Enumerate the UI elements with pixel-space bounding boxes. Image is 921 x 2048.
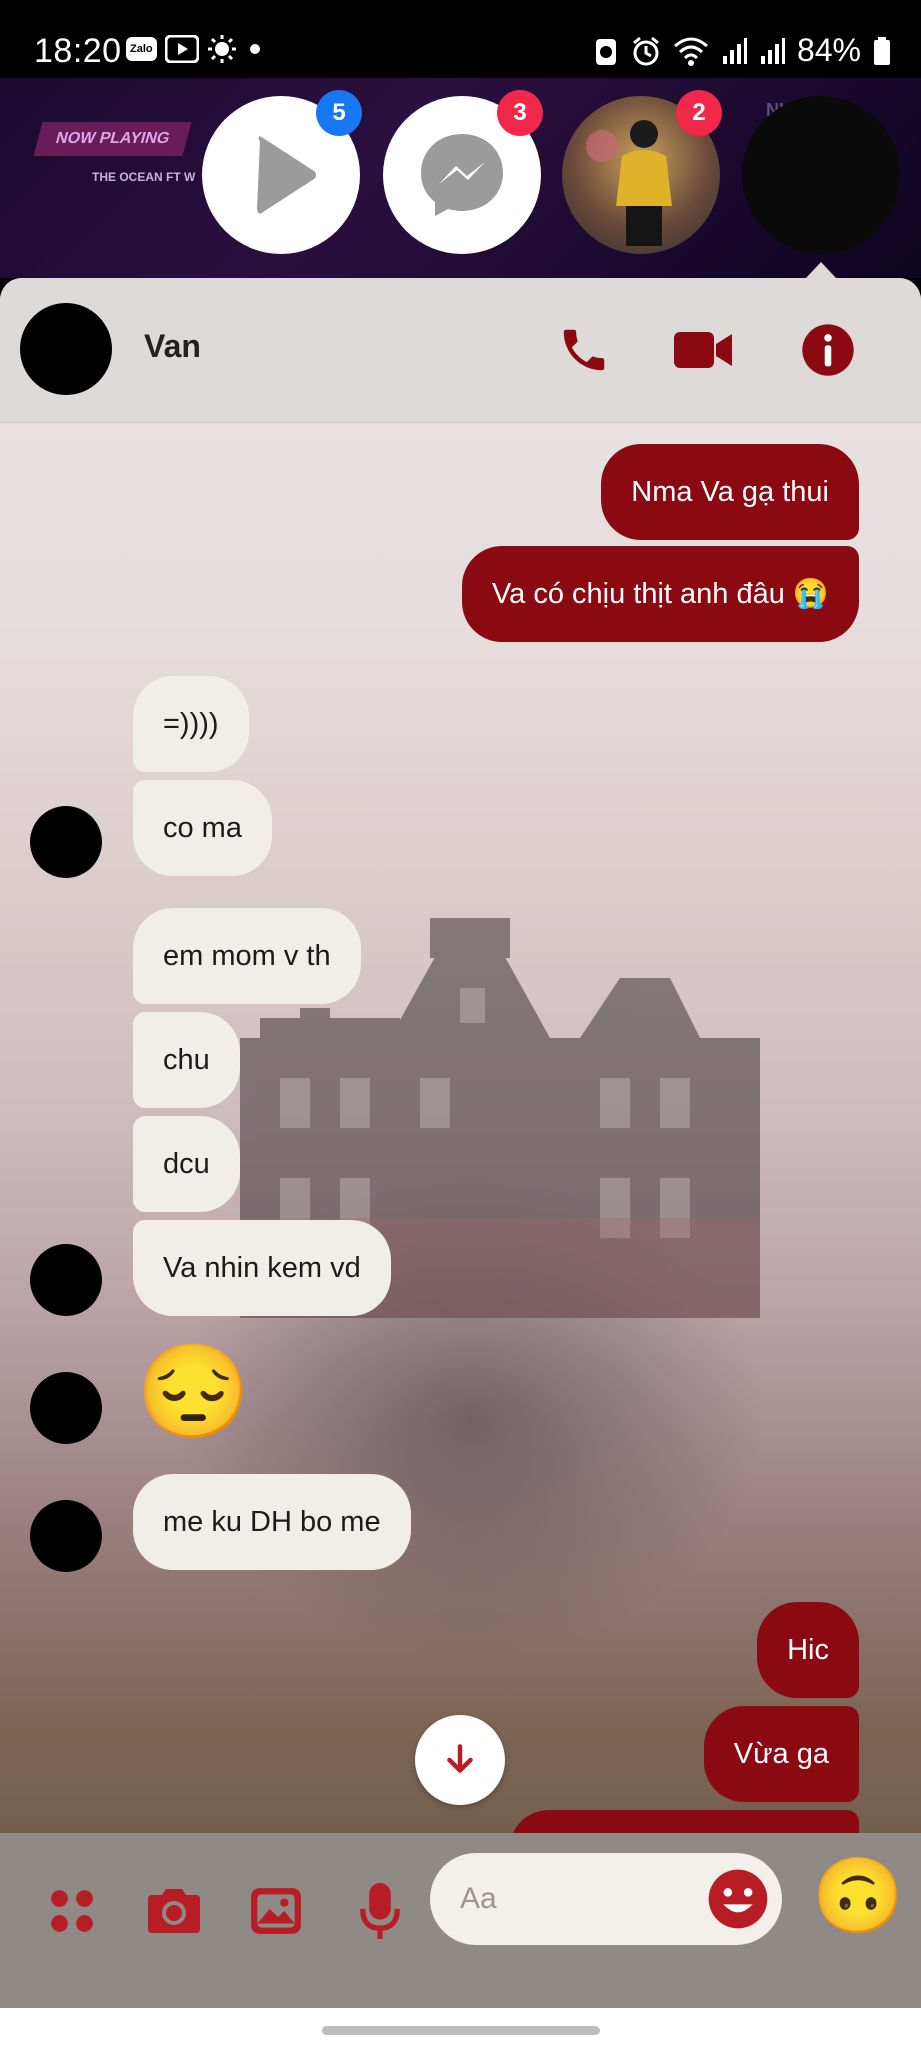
sender-avatar[interactable] — [30, 806, 102, 878]
messenger-chathead[interactable]: 3 — [383, 90, 543, 254]
conversation-info-button[interactable] — [798, 320, 858, 380]
scroll-to-bottom-button[interactable] — [415, 1715, 505, 1805]
camera-icon — [148, 1889, 200, 1933]
contact-name[interactable]: Van — [144, 328, 201, 365]
phone-icon — [563, 329, 605, 371]
chathead-badge: 5 — [316, 90, 362, 136]
zalo-icon: Zalo — [126, 37, 157, 61]
outgoing-message[interactable]: Nma Va gạ thui — [601, 444, 859, 540]
status-bar: 18:20 Zalo 84% — [0, 0, 921, 78]
gallery-button[interactable] — [242, 1877, 310, 1945]
now-playing-label: NOW PLAYING — [33, 122, 192, 156]
play-chathead[interactable]: 5 — [202, 90, 362, 254]
chat-header: Van — [0, 278, 921, 423]
chathead-badge: 3 — [497, 90, 543, 136]
status-left-icons: Zalo — [126, 34, 265, 64]
outgoing-message[interactable]: Hic — [757, 1602, 859, 1698]
camera-button[interactable] — [140, 1877, 208, 1945]
battery-icon — [874, 36, 890, 65]
video-call-button[interactable] — [674, 320, 734, 380]
youtube-icon — [164, 35, 199, 63]
incoming-message[interactable]: Va nhin kem vd — [133, 1220, 391, 1316]
emoji-icon — [708, 1869, 768, 1929]
incoming-message[interactable]: =)))) — [133, 676, 249, 772]
message-composer: 🙃 — [0, 1833, 921, 2008]
voice-call-button[interactable] — [554, 320, 614, 380]
apps-grid-icon — [51, 1890, 93, 1932]
dot-icon — [249, 44, 260, 54]
chathead-badge: 2 — [676, 90, 722, 136]
incoming-message[interactable]: co ma — [133, 780, 272, 876]
battery-saver-icon — [595, 38, 616, 65]
status-right-icons: 84% — [593, 32, 891, 69]
info-icon — [802, 324, 854, 376]
more-actions-button[interactable] — [38, 1877, 106, 1945]
incoming-message[interactable]: me ku DH bo me — [133, 1474, 411, 1570]
video-camera-icon — [674, 332, 732, 368]
now-playing-track: THE OCEAN FT W — [92, 170, 196, 184]
voice-message-button[interactable] — [346, 1877, 414, 1945]
gallery-icon — [251, 1888, 301, 1934]
microphone-icon — [360, 1883, 400, 1939]
chat-panel: Van Nma Va gạ thui Va có chịu thịt anh đ… — [0, 278, 921, 2008]
emoji-picker-button[interactable] — [706, 1867, 770, 1931]
signal-icon — [760, 37, 785, 64]
hidden-chathead[interactable] — [742, 96, 900, 254]
chat-heads-strip: NOW PLAYING THE OCEAN FT W NI 5 3 2 — [0, 78, 921, 278]
home-indicator[interactable] — [322, 2026, 600, 2035]
signal-icon — [722, 37, 747, 64]
navigation-bar — [0, 2008, 921, 2048]
status-time: 18:20 — [34, 32, 122, 70]
pointer-caret-icon — [806, 262, 836, 278]
sender-avatar[interactable] — [30, 1500, 102, 1572]
brightness-icon — [207, 35, 236, 63]
alarm-icon — [632, 36, 659, 65]
outgoing-message[interactable]: Va có chịu thịt anh đâu 😭 — [461, 546, 859, 642]
battery-percent: 84% — [796, 32, 861, 68]
sender-avatar[interactable] — [30, 1244, 102, 1316]
contact-photo-chathead[interactable]: 2 — [562, 90, 722, 254]
wifi-icon — [673, 37, 708, 66]
arrow-down-icon — [447, 1744, 473, 1773]
incoming-message[interactable]: em mom v th — [133, 908, 361, 1004]
incoming-emoji-message[interactable]: 😔 — [136, 1346, 251, 1438]
sender-avatar[interactable] — [30, 1372, 102, 1444]
contact-avatar[interactable] — [20, 303, 112, 395]
incoming-message[interactable]: dcu — [133, 1116, 240, 1212]
outgoing-message[interactable]: Vừa ga — [703, 1706, 859, 1802]
quick-reaction-button[interactable]: 🙃 — [812, 1859, 904, 1933]
incoming-message[interactable]: chu — [133, 1012, 240, 1108]
